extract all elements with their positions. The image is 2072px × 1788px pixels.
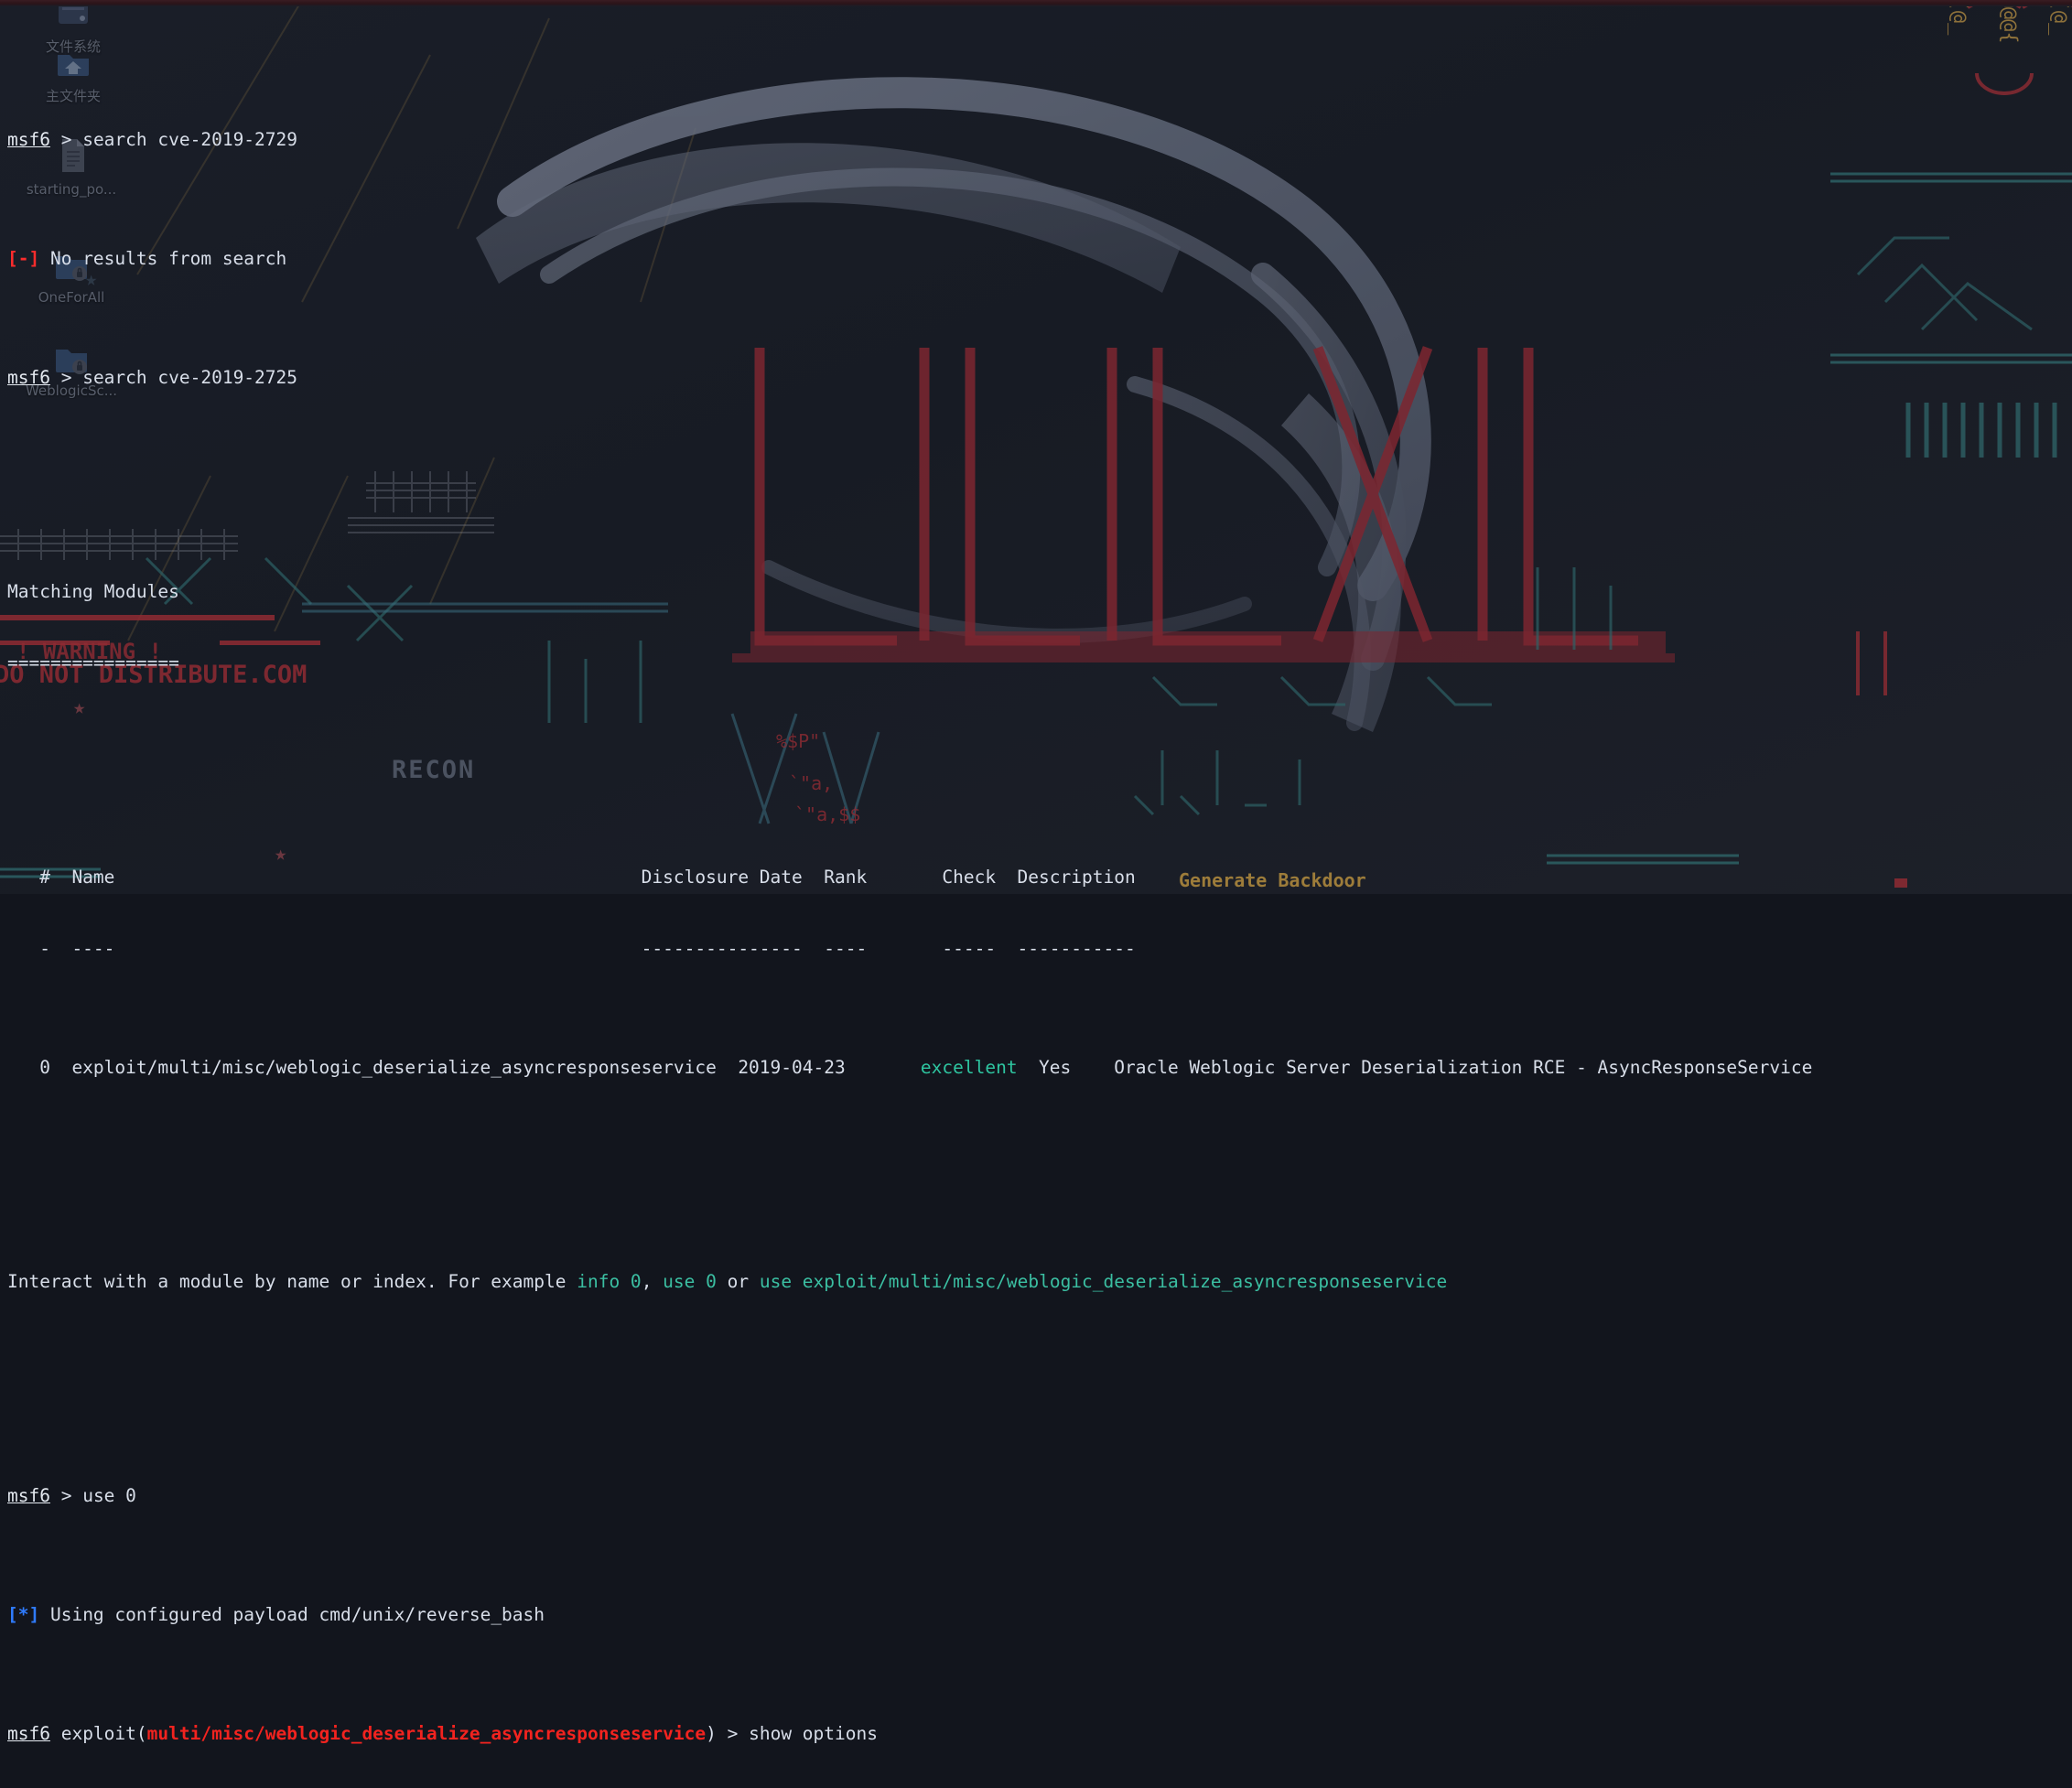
active-module-name: multi/misc/weblogic_deserialize_asyncres…: [147, 1723, 706, 1744]
matching-modules-heading: Matching Modules: [7, 580, 2072, 604]
prompt-msf6: msf6: [7, 1485, 50, 1506]
table-rule-text: - ---- --------------- ---- ----- ------…: [7, 938, 1136, 959]
modules-table-row: 0 exploit/multi/misc/weblogic_deserializ…: [7, 1056, 2072, 1080]
info-badge: [*]: [7, 1604, 39, 1625]
terminal-blank-line: [7, 747, 2072, 770]
prompt-msf6: msf6: [7, 129, 50, 150]
hint-command-use-path[interactable]: use exploit/multi/misc/weblogic_deserial…: [760, 1271, 1447, 1292]
prompt-exploit-prefix: exploit(: [50, 1723, 147, 1744]
modules-table-header: # Name Disclosure Date Rank Check Descri…: [7, 866, 2072, 889]
terminal-blank-line: [7, 1151, 2072, 1175]
prompt-suffix: ) >: [706, 1723, 749, 1744]
prompt-separator: >: [50, 367, 82, 388]
status-text: Using configured payload cmd/unix/revers…: [39, 1604, 545, 1625]
terminal-line: msf6 > search cve-2019-2725: [7, 366, 2072, 390]
terminal-blank-line: [7, 1365, 2072, 1389]
module-description: Oracle Weblogic Server Deserialization R…: [1114, 1057, 1812, 1078]
module-check: Yes: [1018, 1057, 1115, 1078]
hint-command-info[interactable]: info 0: [577, 1271, 641, 1292]
modules-table-header-rule: - ---- --------------- ---- ----- ------…: [7, 937, 2072, 961]
error-badge: [-]: [7, 248, 39, 269]
terminal-line: [*] Using configured payload cmd/unix/re…: [7, 1603, 2072, 1627]
prompt-separator: >: [50, 129, 82, 150]
hint-command-use-index[interactable]: use 0: [663, 1271, 717, 1292]
table-header-text: # Name Disclosure Date Rank Check Descri…: [7, 867, 1136, 888]
module-prompt-line: msf6 exploit(multi/misc/weblogic_deseria…: [7, 1722, 2072, 1746]
terminal-line: msf6 > use 0: [7, 1484, 2072, 1508]
terminal-line: msf6 > search cve-2019-2729: [7, 128, 2072, 152]
hint-sep-2: or: [717, 1271, 760, 1292]
prompt-msf6: msf6: [7, 1723, 50, 1744]
heading-text: Matching Modules: [7, 581, 179, 602]
prompt-msf6: msf6: [7, 367, 50, 388]
hint-sep-1: ,: [642, 1271, 663, 1292]
prompt-separator: >: [50, 1485, 82, 1506]
command-text: search cve-2019-2725: [82, 367, 297, 388]
terminal-line: [-] No results from search: [7, 247, 2072, 271]
command-text: show options: [749, 1723, 878, 1744]
module-rank: excellent: [921, 1057, 1018, 1078]
command-text: search cve-2019-2729: [82, 129, 297, 150]
interact-hint-line: Interact with a module by name or index.…: [7, 1270, 2072, 1294]
module-row-left: 0 exploit/multi/misc/weblogic_deserializ…: [7, 1057, 921, 1078]
window-titlebar-edge: [0, 0, 2072, 6]
status-text: No results from search: [39, 248, 286, 269]
terminal-blank-line: [7, 461, 2072, 485]
hint-prefix: Interact with a module by name or index.…: [7, 1271, 577, 1292]
command-text: use 0: [82, 1485, 136, 1506]
terminal-window[interactable]: msf6 > search cve-2019-2729 [-] No resul…: [0, 0, 2072, 894]
underline-text: ================: [7, 652, 179, 673]
matching-modules-underline: ================: [7, 652, 2072, 675]
